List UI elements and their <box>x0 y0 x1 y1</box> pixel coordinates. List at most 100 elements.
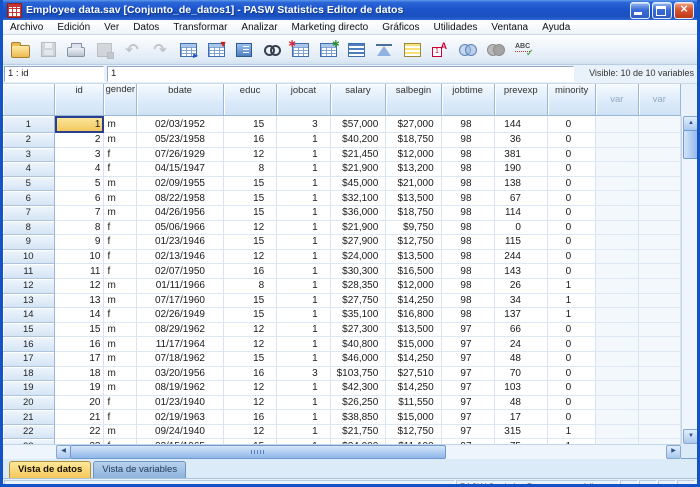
data-cell-id-22[interactable]: 22 <box>55 425 105 440</box>
data-cell-jobtime-3[interactable]: 98 <box>442 148 495 163</box>
data-cell-salbegin-11[interactable]: $16,500 <box>386 264 441 279</box>
data-cell-prevexp-15[interactable]: 66 <box>495 323 548 338</box>
data-cell-jobtime-6[interactable]: 98 <box>442 191 495 206</box>
data-cell-minority-21[interactable]: 0 <box>548 410 596 425</box>
data-cell-jobcat-2[interactable]: 1 <box>277 133 330 148</box>
data-cell-gender-11[interactable]: f <box>104 264 137 279</box>
data-cell-salbegin-16[interactable]: $15,000 <box>386 337 441 352</box>
data-cell-minority-10[interactable]: 0 <box>548 250 596 265</box>
data-cell-id-18[interactable]: 18 <box>55 367 105 382</box>
data-cell-salbegin-14[interactable]: $16,800 <box>386 308 441 323</box>
empty-var-cell[interactable] <box>639 337 681 352</box>
title-bar[interactable]: Employee data.sav [Conjunto_de_datos1] -… <box>3 0 697 20</box>
insert-cases-button[interactable] <box>286 37 314 62</box>
data-cell-jobcat-18[interactable]: 3 <box>277 367 330 382</box>
data-cell-minority-3[interactable]: 0 <box>548 148 596 163</box>
data-cell-jobtime-7[interactable]: 98 <box>442 206 495 221</box>
data-cell-salbegin-15[interactable]: $13,500 <box>386 323 441 338</box>
data-cell-prevexp-13[interactable]: 34 <box>495 294 548 309</box>
data-cell-minority-8[interactable]: 0 <box>548 221 596 236</box>
data-cell-bdate-22[interactable]: 09/24/1940 <box>137 425 224 440</box>
data-cell-jobtime-16[interactable]: 97 <box>442 337 495 352</box>
data-cell-jobtime-2[interactable]: 98 <box>442 133 495 148</box>
empty-var-cell[interactable] <box>596 221 638 236</box>
empty-var-cell[interactable] <box>596 162 638 177</box>
data-cell-bdate-21[interactable]: 02/19/1963 <box>137 410 224 425</box>
data-cell-jobtime-19[interactable]: 97 <box>442 381 495 396</box>
empty-var-cell[interactable] <box>596 177 638 192</box>
data-cell-gender-21[interactable]: f <box>104 410 137 425</box>
data-cell-bdate-7[interactable]: 04/26/1956 <box>137 206 224 221</box>
data-cell-salary-11[interactable]: $30,300 <box>331 264 387 279</box>
data-cell-educ-19[interactable]: 12 <box>224 381 277 396</box>
scroll-left-arrow-icon[interactable]: ◀ <box>56 445 71 459</box>
empty-var-cell[interactable] <box>596 396 638 411</box>
column-header-jobcat[interactable]: jobcat <box>277 84 330 116</box>
data-cell-prevexp-12[interactable]: 26 <box>495 279 548 294</box>
data-cell-jobcat-10[interactable]: 1 <box>277 250 330 265</box>
data-cell-jobcat-15[interactable]: 1 <box>277 323 330 338</box>
column-header-prevexp[interactable]: prevexp <box>495 84 548 116</box>
maximize-button[interactable] <box>652 2 672 19</box>
goto-case-button[interactable] <box>174 37 202 62</box>
data-cell-minority-17[interactable]: 0 <box>548 352 596 367</box>
empty-var-cell[interactable] <box>639 323 681 338</box>
spell-check-button[interactable] <box>510 37 538 62</box>
data-cell-jobcat-11[interactable]: 1 <box>277 264 330 279</box>
data-cell-salary-21[interactable]: $38,850 <box>331 410 387 425</box>
row-header-8[interactable]: 8 <box>3 221 55 236</box>
column-header-id[interactable]: id <box>55 84 105 116</box>
data-cell-prevexp-20[interactable]: 48 <box>495 396 548 411</box>
data-cell-gender-5[interactable]: m <box>104 177 137 192</box>
data-cell-salary-18[interactable]: $103,750 <box>331 367 387 382</box>
data-cell-jobtime-9[interactable]: 98 <box>442 235 495 250</box>
empty-var-cell[interactable] <box>596 235 638 250</box>
data-cell-educ-9[interactable]: 15 <box>224 235 277 250</box>
data-cell-salary-4[interactable]: $21,900 <box>331 162 387 177</box>
scroll-up-arrow-icon[interactable]: ▲ <box>683 116 699 131</box>
data-cell-bdate-4[interactable]: 04/15/1947 <box>137 162 224 177</box>
data-cell-salbegin-22[interactable]: $12,750 <box>386 425 441 440</box>
data-cell-gender-3[interactable]: f <box>104 148 137 163</box>
empty-var-cell[interactable] <box>596 279 638 294</box>
menu-item-gr-ficos[interactable]: Gráficos <box>375 21 426 34</box>
data-cell-id-3[interactable]: 3 <box>55 148 105 163</box>
empty-var-cell[interactable] <box>639 162 681 177</box>
empty-var-cell[interactable] <box>596 133 638 148</box>
data-cell-educ-8[interactable]: 12 <box>224 221 277 236</box>
vertical-scrollbar[interactable]: ▲ ▼ <box>681 116 698 444</box>
row-header-6[interactable]: 6 <box>3 191 55 206</box>
data-cell-salbegin-20[interactable]: $11,550 <box>386 396 441 411</box>
data-cell-bdate-3[interactable]: 07/26/1929 <box>137 148 224 163</box>
data-cell-minority-2[interactable]: 0 <box>548 133 596 148</box>
data-cell-jobtime-17[interactable]: 97 <box>442 352 495 367</box>
data-cell-jobcat-4[interactable]: 1 <box>277 162 330 177</box>
data-cell-id-4[interactable]: 4 <box>55 162 105 177</box>
menu-item-ayuda[interactable]: Ayuda <box>535 21 577 34</box>
data-cell-prevexp-10[interactable]: 244 <box>495 250 548 265</box>
data-cell-id-11[interactable]: 11 <box>55 264 105 279</box>
row-header-3[interactable]: 3 <box>3 148 55 163</box>
data-cell-salary-2[interactable]: $40,200 <box>331 133 387 148</box>
horizontal-scrollbar-thumb[interactable] <box>70 445 446 459</box>
data-cell-gender-18[interactable]: m <box>104 367 137 382</box>
data-cell-salary-15[interactable]: $27,300 <box>331 323 387 338</box>
insert-variable-button[interactable] <box>314 37 342 62</box>
column-header-educ[interactable]: educ <box>224 84 277 116</box>
empty-var-cell[interactable] <box>639 308 681 323</box>
empty-var-cell[interactable] <box>639 250 681 265</box>
column-header-var-10[interactable]: var <box>596 84 638 116</box>
data-cell-educ-13[interactable]: 15 <box>224 294 277 309</box>
data-cell-minority-5[interactable]: 0 <box>548 177 596 192</box>
data-cell-salary-17[interactable]: $46,000 <box>331 352 387 367</box>
data-cell-id-17[interactable]: 17 <box>55 352 105 367</box>
data-cell-id-2[interactable]: 2 <box>55 133 105 148</box>
data-cell-jobtime-14[interactable]: 98 <box>442 308 495 323</box>
row-header-11[interactable]: 11 <box>3 264 55 279</box>
tab-variable-view[interactable]: Vista de variables <box>93 461 186 478</box>
empty-var-cell[interactable] <box>596 250 638 265</box>
row-header-15[interactable]: 15 <box>3 323 55 338</box>
menu-item-transformar[interactable]: Transformar <box>166 21 234 34</box>
empty-var-cell[interactable] <box>596 206 638 221</box>
data-cell-gender-20[interactable]: f <box>104 396 137 411</box>
